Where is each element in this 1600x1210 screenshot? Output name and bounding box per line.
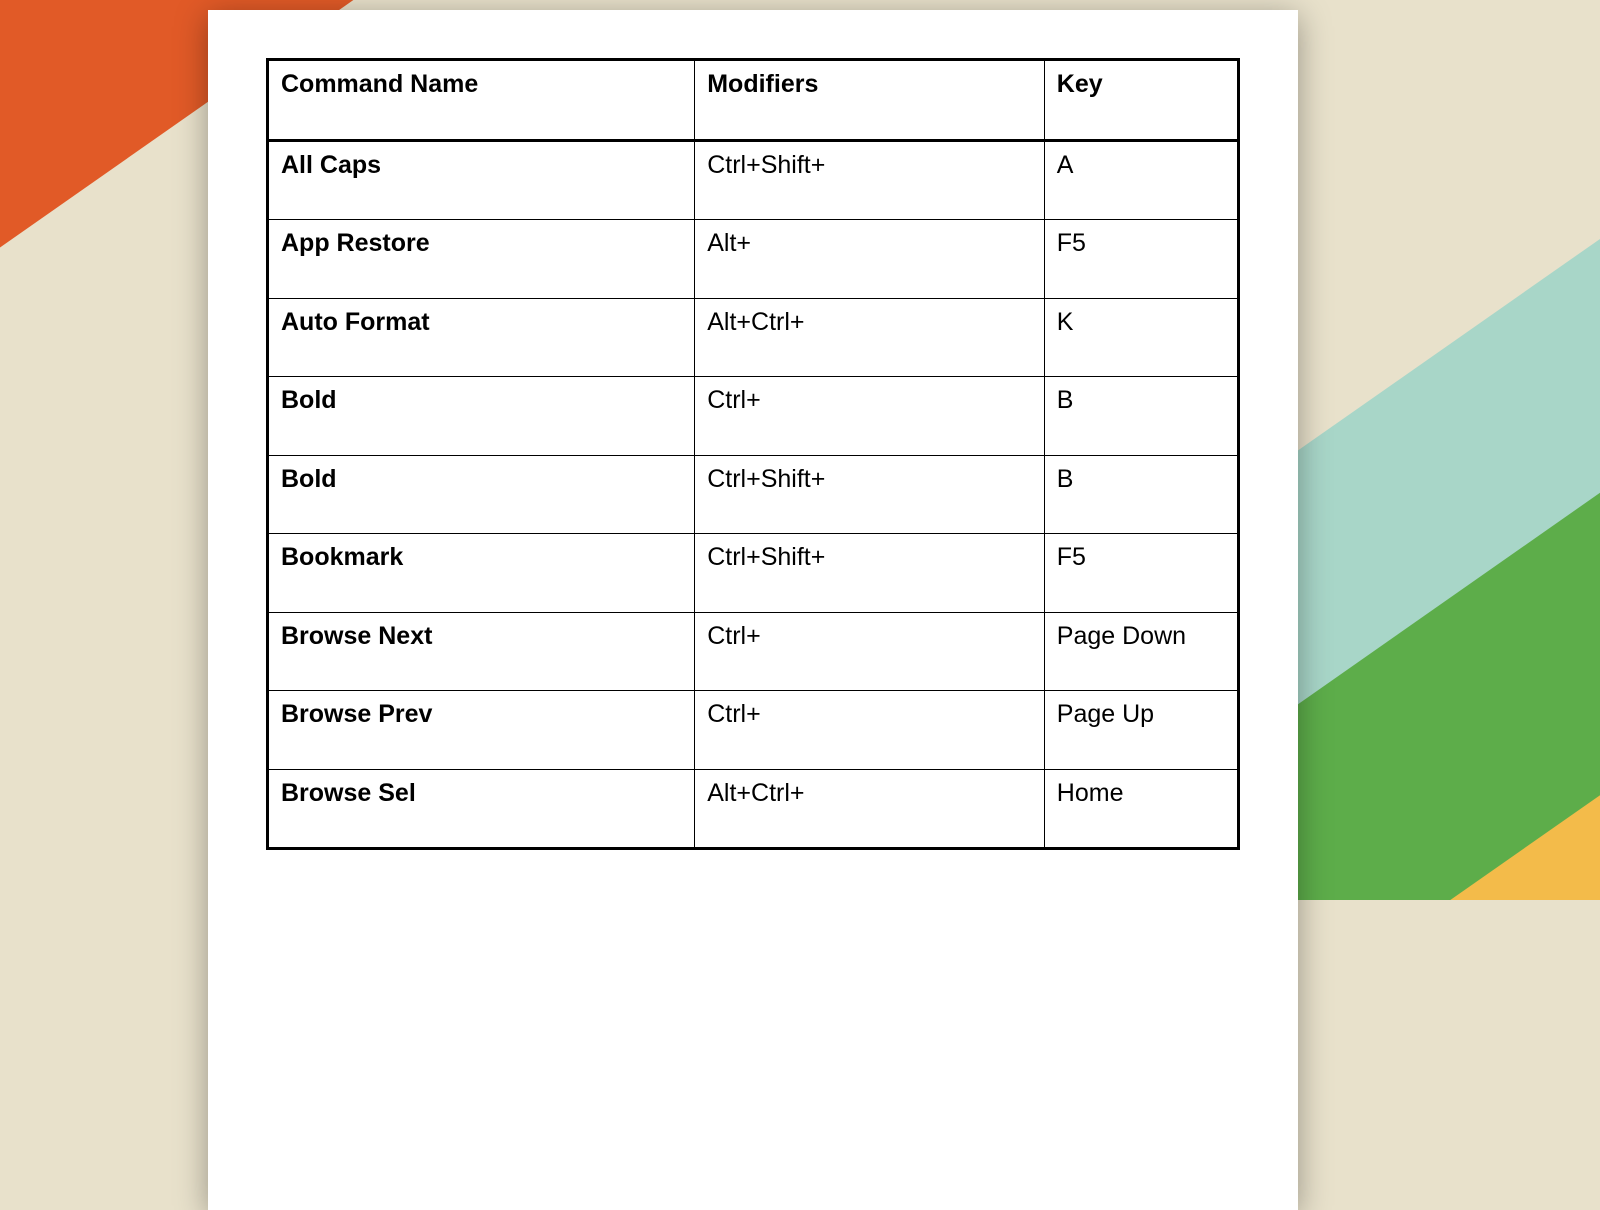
cell-modifiers: Ctrl+ (695, 691, 1045, 770)
cell-key: Page Up (1044, 691, 1238, 770)
cell-command: Bold (268, 377, 695, 456)
table-row: Bold Ctrl+Shift+ B (268, 455, 1239, 534)
table-row: All Caps Ctrl+Shift+ A (268, 140, 1239, 220)
table-row: Bookmark Ctrl+Shift+ F5 (268, 534, 1239, 613)
cell-key: B (1044, 377, 1238, 456)
cell-modifiers: Ctrl+ (695, 377, 1045, 456)
cell-command: Bookmark (268, 534, 695, 613)
cell-modifiers: Alt+Ctrl+ (695, 298, 1045, 377)
cell-modifiers: Ctrl+Shift+ (695, 455, 1045, 534)
cell-command: App Restore (268, 220, 695, 299)
cell-modifiers: Ctrl+Shift+ (695, 140, 1045, 220)
cell-command: Browse Sel (268, 769, 695, 849)
header-command-name: Command Name (268, 60, 695, 141)
shortcuts-table: Command Name Modifiers Key All Caps Ctrl… (266, 58, 1240, 850)
cell-modifiers: Ctrl+Shift+ (695, 534, 1045, 613)
cell-key: K (1044, 298, 1238, 377)
cell-command: Browse Next (268, 612, 695, 691)
cell-key: F5 (1044, 220, 1238, 299)
cell-modifiers: Ctrl+ (695, 612, 1045, 691)
cell-modifiers: Alt+ (695, 220, 1045, 299)
document-page: Command Name Modifiers Key All Caps Ctrl… (208, 10, 1298, 1210)
cell-command: Browse Prev (268, 691, 695, 770)
header-modifiers: Modifiers (695, 60, 1045, 141)
table-row: Browse Sel Alt+Ctrl+ Home (268, 769, 1239, 849)
cell-command: Bold (268, 455, 695, 534)
header-key: Key (1044, 60, 1238, 141)
table-row: Browse Next Ctrl+ Page Down (268, 612, 1239, 691)
cell-key: B (1044, 455, 1238, 534)
cell-command: All Caps (268, 140, 695, 220)
cell-key: Home (1044, 769, 1238, 849)
cell-modifiers: Alt+Ctrl+ (695, 769, 1045, 849)
table-row: App Restore Alt+ F5 (268, 220, 1239, 299)
table-row: Bold Ctrl+ B (268, 377, 1239, 456)
cell-key: A (1044, 140, 1238, 220)
table-row: Auto Format Alt+Ctrl+ K (268, 298, 1239, 377)
cell-command: Auto Format (268, 298, 695, 377)
cell-key: F5 (1044, 534, 1238, 613)
table-header-row: Command Name Modifiers Key (268, 60, 1239, 141)
table-row: Browse Prev Ctrl+ Page Up (268, 691, 1239, 770)
cell-key: Page Down (1044, 612, 1238, 691)
